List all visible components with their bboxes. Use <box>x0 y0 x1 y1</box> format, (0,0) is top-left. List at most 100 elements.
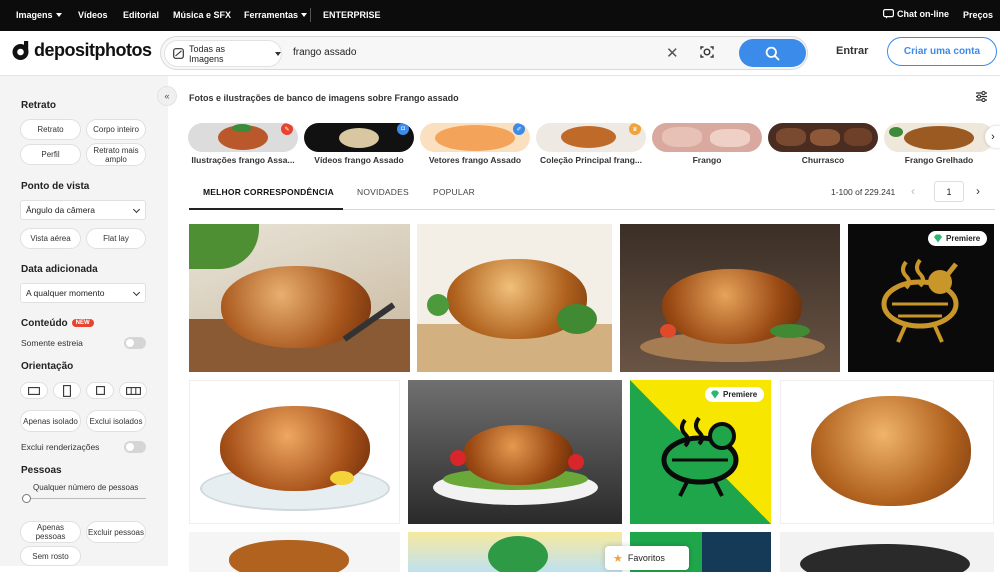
related-label: Vetores frango Assado <box>428 155 522 165</box>
related-label: Churrasco <box>801 155 845 165</box>
create-account-button[interactable]: Criar uma conta <box>887 37 997 66</box>
viewpoint-title: Ponto de vista <box>21 181 90 192</box>
related-search-item[interactable]: ✐ Vetores frango Assado <box>420 123 530 165</box>
chevron-down-icon <box>301 13 308 17</box>
related-search-item[interactable]: Frango Grelhado <box>884 123 994 165</box>
site-logo[interactable]: depositphotos <box>11 40 152 61</box>
filter-chip-only-people[interactable]: Apenas pessoas <box>20 521 81 543</box>
favorites-button[interactable]: ★ Favoritos <box>605 546 689 570</box>
related-search-item[interactable]: ◘ Vídeos frango Assado <box>304 123 414 165</box>
image-result[interactable] <box>408 380 622 524</box>
filter-chip-exclude-isolated[interactable]: Exclui isolados <box>86 410 146 432</box>
chevron-down-icon <box>275 51 281 56</box>
crown-icon: ♛ <box>629 123 641 135</box>
orientation-horizontal[interactable] <box>20 382 48 399</box>
people-slider-track[interactable] <box>25 498 146 499</box>
people-title: Pessoas <box>21 465 62 476</box>
image-result[interactable] <box>780 380 994 524</box>
related-next-icon[interactable]: › <box>985 126 1000 148</box>
tab-newest[interactable]: NOVIDADES <box>357 187 409 197</box>
tab-best-match[interactable]: MELHOR CORRESPONDÊNCIA <box>203 187 334 197</box>
related-search-item[interactable]: Churrasco <box>768 123 878 165</box>
nav-music-sfx[interactable]: Música e SFX <box>173 10 231 20</box>
orientation-square[interactable] <box>86 382 114 399</box>
search-bar: Todas as Imagens frango assado ✕ <box>160 36 808 70</box>
chat-online-link[interactable]: Chat on-line <box>883 9 949 19</box>
search-input[interactable]: frango assado <box>293 47 356 58</box>
sort-tabs: MELHOR CORRESPONDÊNCIA NOVIDADES POPULAR… <box>189 176 995 210</box>
image-result[interactable] <box>189 532 400 572</box>
chevron-down-icon <box>55 13 62 17</box>
filter-chip-full-body[interactable]: Corpo inteiro <box>86 119 146 140</box>
image-result[interactable]: Premiere <box>630 380 771 524</box>
related-search-item[interactable]: ✎ Ilustrações frango Assa... <box>188 123 298 165</box>
related-label: Coleção Principal frang... <box>539 155 643 165</box>
page-title: Fotos e ilustrações de banco de imagens … <box>189 93 459 103</box>
portrait-title: Retrato <box>21 100 57 111</box>
related-thumbnail <box>768 123 878 152</box>
date-added-select[interactable]: A qualquer momento <box>20 283 146 303</box>
image-result[interactable] <box>189 224 410 372</box>
related-thumbnail: ◘ <box>304 123 414 152</box>
clear-search-icon[interactable]: ✕ <box>666 44 679 62</box>
related-thumbnail: ✐ <box>420 123 530 152</box>
image-icon <box>173 48 184 59</box>
filter-chip-portrait[interactable]: Retrato <box>20 119 81 140</box>
top-navigation-bar: Imagens Vídeos Editorial Música e SFX Fe… <box>0 0 1000 31</box>
sign-in-link[interactable]: Entrar <box>836 45 868 57</box>
filters-sidebar: Retrato Retrato Corpo inteiro Perfil Ret… <box>0 76 168 566</box>
orientation-vertical[interactable] <box>53 382 81 399</box>
filter-chip-flat-lay[interactable]: Flat lay <box>86 228 146 249</box>
horizontal-rect-icon <box>28 386 40 395</box>
premium-badge: Premiere <box>705 387 765 402</box>
orientation-panoramic[interactable] <box>119 382 147 399</box>
nav-pricing[interactable]: Preços <box>963 10 993 20</box>
filter-chip-aerial-view[interactable]: Vista aérea <box>20 228 81 249</box>
vertical-rect-icon <box>63 384 71 397</box>
image-result[interactable] <box>408 532 622 572</box>
nav-tools[interactable]: Ferramentas <box>244 10 308 20</box>
filter-settings-icon[interactable] <box>975 90 988 108</box>
only-debut-toggle[interactable] <box>124 337 146 349</box>
filter-chip-profile[interactable]: Perfil <box>20 144 81 165</box>
category-select[interactable]: Todas as Imagens <box>165 41 281 66</box>
image-result[interactable] <box>620 224 840 372</box>
camera-angle-select[interactable]: Ângulo da câmera <box>20 200 146 220</box>
pencil-icon: ✎ <box>281 123 293 135</box>
image-result[interactable] <box>189 380 400 524</box>
premium-badge: Premiere <box>928 231 988 246</box>
new-badge: NEW <box>71 319 94 327</box>
image-result[interactable] <box>780 532 994 572</box>
nav-images[interactable]: Imagens <box>16 10 62 20</box>
only-debut-label: Somente estreia <box>21 338 83 348</box>
collapse-sidebar-icon[interactable]: « <box>157 86 177 106</box>
nav-videos[interactable]: Vídeos <box>78 10 108 20</box>
exclude-renders-toggle[interactable] <box>124 441 146 453</box>
previous-page-icon[interactable]: ‹ <box>911 184 915 198</box>
nav-editorial[interactable]: Editorial <box>123 10 159 20</box>
related-label: Vídeos frango Assado <box>314 155 404 165</box>
visual-search-icon[interactable] <box>699 44 715 65</box>
tab-popular[interactable]: POPULAR <box>433 187 475 197</box>
filter-chip-only-isolated[interactable]: Apenas isolado <box>20 410 81 432</box>
people-slider-handle[interactable] <box>22 494 31 503</box>
filter-chip-wider-portrait[interactable]: Retrato mais amplo <box>86 143 146 166</box>
image-result[interactable]: Premiere <box>848 224 994 372</box>
related-thumbnail <box>652 123 762 152</box>
people-slider-label: Qualquer número de pessoas <box>33 483 139 492</box>
page-number-input[interactable]: 1 <box>934 181 964 202</box>
search-button[interactable] <box>739 39 806 67</box>
related-search-item[interactable]: ♛ Coleção Principal frang... <box>536 123 646 165</box>
image-result[interactable] <box>417 224 612 372</box>
related-search-item[interactable]: Frango <box>652 123 762 165</box>
search-icon <box>765 46 780 60</box>
next-page-icon[interactable]: › <box>976 184 980 198</box>
nav-divider <box>310 8 311 22</box>
exclude-renders-label: Exclui renderizações <box>21 442 100 452</box>
chat-icon <box>883 9 894 19</box>
square-icon <box>95 386 105 395</box>
filter-chip-exclude-people[interactable]: Excluir pessoas <box>86 521 146 543</box>
pen-icon: ✐ <box>513 123 525 135</box>
nav-enterprise[interactable]: ENTERPRISE <box>323 10 381 20</box>
filter-chip-no-face[interactable]: Sem rosto <box>20 546 81 566</box>
